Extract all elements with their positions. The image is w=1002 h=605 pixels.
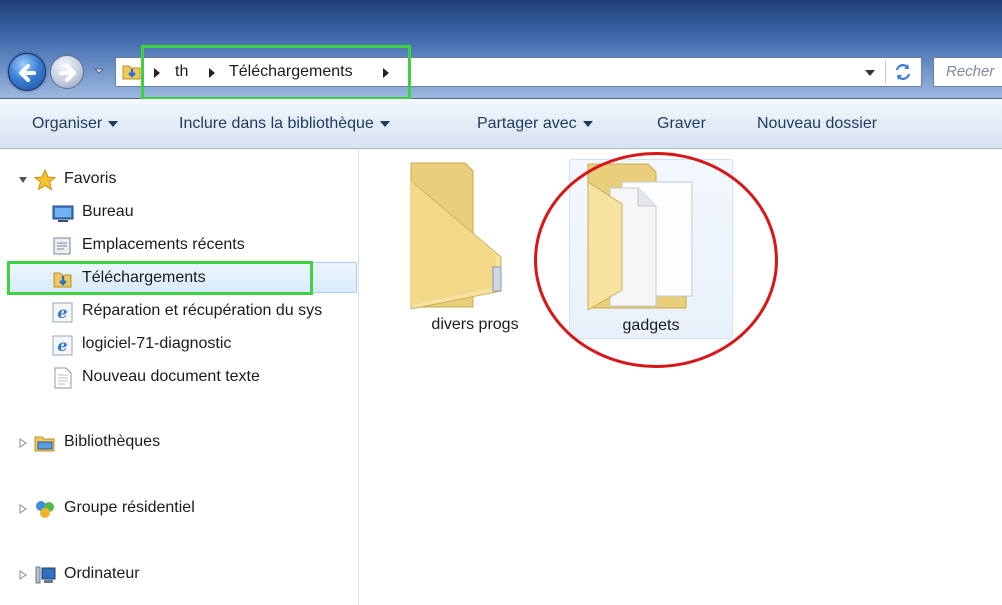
svg-text:e: e xyxy=(57,336,67,355)
address-divider xyxy=(885,61,886,83)
navigation-pane: Favoris Bureau Emplacements récents Télé… xyxy=(0,149,359,605)
refresh-icon[interactable] xyxy=(890,60,916,84)
desktop-icon xyxy=(52,205,74,222)
ie-shortcut-icon: e xyxy=(52,335,73,356)
sidebar-item-label: Groupe résidentiel xyxy=(64,499,195,516)
recent-pages-dropdown-icon[interactable] xyxy=(92,64,106,78)
green-highlight-address xyxy=(141,45,411,100)
collapse-arrow-icon[interactable] xyxy=(19,438,28,448)
computer-icon xyxy=(35,566,56,584)
folder-icon xyxy=(410,162,502,309)
downloads-folder-icon xyxy=(122,65,141,80)
chevron-down-icon xyxy=(582,120,593,127)
search-placeholder: Recher xyxy=(946,63,995,80)
back-button[interactable] xyxy=(8,53,46,91)
sidebar-item-label: Bureau xyxy=(82,203,134,220)
organise-label: Organiser xyxy=(32,115,103,132)
star-icon xyxy=(34,169,56,191)
sidebar-item-label: Nouveau document texte xyxy=(82,368,260,385)
folder-item-divers-progs[interactable]: divers progs xyxy=(393,159,557,339)
chevron-down-icon xyxy=(108,120,119,127)
expand-arrow-icon[interactable] xyxy=(19,177,27,183)
command-bar: Organiser Inclure dans la bibliothèque P… xyxy=(0,99,1002,149)
organise-menu[interactable]: Organiser xyxy=(32,115,119,133)
folder-name: divers progs xyxy=(431,316,519,333)
sidebar-item-label: Réparation et récupération du sys xyxy=(82,302,323,319)
sidebar-item-label: Bibliothèques xyxy=(64,433,161,450)
back-arrow-icon xyxy=(19,64,36,82)
sidebar-item-label: Emplacements récents xyxy=(82,236,245,253)
chevron-down-icon xyxy=(379,120,390,127)
sidebar-item-label: logiciel-71-diagnostic xyxy=(82,335,232,352)
libraries-icon xyxy=(34,436,55,452)
forward-arrow-icon xyxy=(59,64,76,82)
text-document-icon xyxy=(54,367,72,389)
collapse-arrow-icon[interactable] xyxy=(19,504,28,514)
forward-button[interactable] xyxy=(50,55,84,89)
collapse-arrow-icon[interactable] xyxy=(19,570,28,580)
red-annotation-circle xyxy=(534,152,778,368)
search-box[interactable]: Recher xyxy=(933,57,1002,87)
include-label: Inclure dans la bibliothèque xyxy=(179,115,374,132)
new-folder-button[interactable]: Nouveau dossier xyxy=(757,115,877,133)
svg-text:e: e xyxy=(57,303,67,322)
share-label: Partager avec xyxy=(477,115,577,132)
sidebar-item-label: Ordinateur xyxy=(64,565,140,582)
green-highlight-nav xyxy=(7,261,313,295)
share-with-menu[interactable]: Partager avec xyxy=(477,115,593,133)
homegroup-icon xyxy=(36,501,54,518)
burn-button[interactable]: Graver xyxy=(657,115,706,133)
include-in-library-menu[interactable]: Inclure dans la bibliothèque xyxy=(179,115,390,133)
ie-shortcut-icon: e xyxy=(52,302,73,323)
address-history-dropdown-icon[interactable] xyxy=(865,70,875,76)
sidebar-item-label: Favoris xyxy=(64,170,117,187)
recent-places-icon xyxy=(53,237,71,255)
